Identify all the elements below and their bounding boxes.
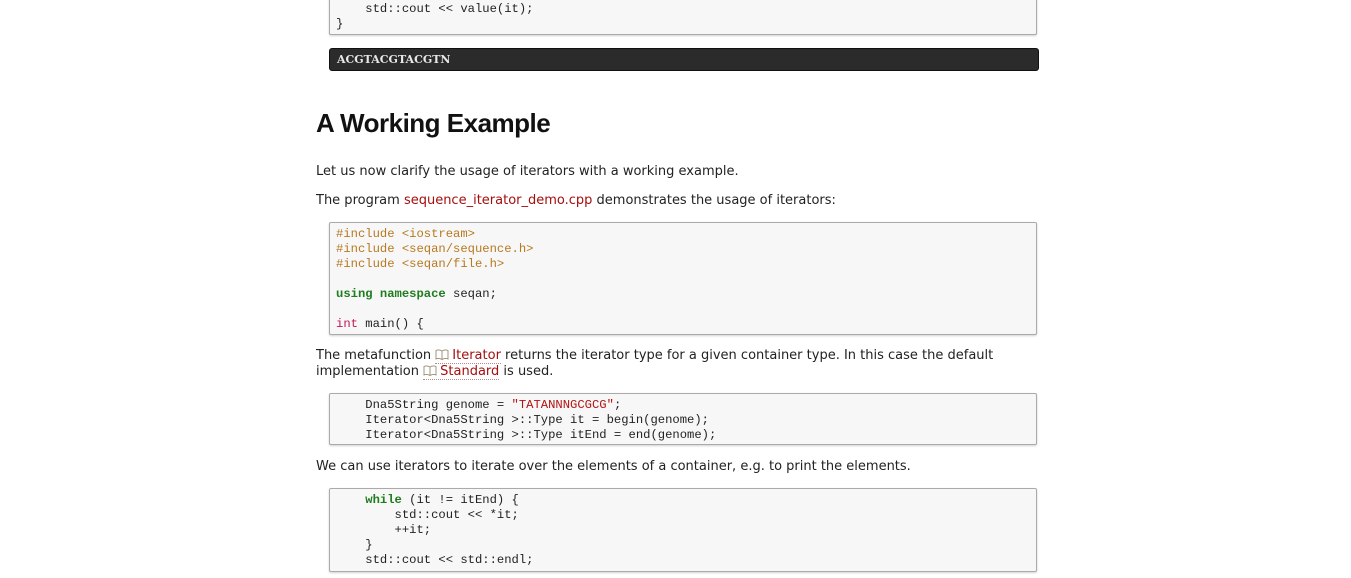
code-listing-loop: while (it != itEnd) { std::cout << *it; … xyxy=(329,488,1037,572)
standard-doc-link[interactable]: Standard xyxy=(423,364,500,380)
code-line: ++it; xyxy=(336,523,432,537)
code-line: #include <seqan/sequence.h> xyxy=(336,242,534,256)
code-line: std::cout << std::endl; xyxy=(336,553,534,567)
code-snippet-top: std::cout << value(it); } xyxy=(329,0,1037,35)
program-source-link[interactable]: sequence_iterator_demo.cpp xyxy=(404,193,592,208)
code-line: } xyxy=(336,538,373,552)
section-title: A Working Example xyxy=(316,108,551,138)
intro-paragraph: Let us now clarify the usage of iterator… xyxy=(316,164,739,179)
code-listing-types: Dna5String genome = "TATANNNGCGCG"; Iter… xyxy=(329,393,1037,445)
code-line: std::cout << value(it); xyxy=(365,2,534,16)
code-line: #include <iostream> xyxy=(336,227,475,241)
code-line: #include <seqan/file.h> xyxy=(336,257,505,271)
code-line: while (it != itEnd) { xyxy=(365,493,519,507)
iterator-doc-link[interactable]: Iterator xyxy=(435,348,501,364)
code-line: } xyxy=(336,17,344,31)
code-line: std::cout << *it; xyxy=(336,508,519,522)
code-line: using namespace seqan; xyxy=(336,287,497,301)
console-output: ACGTACGTACGTN xyxy=(329,48,1039,71)
book-icon xyxy=(423,365,437,376)
code-line: Iterator<Dna5String >::Type itEnd = end(… xyxy=(336,428,717,442)
metafunction-paragraph: The metafunction Iterator returns the it… xyxy=(316,348,994,380)
code-line: int main() { xyxy=(336,317,424,331)
book-icon xyxy=(435,349,449,360)
iterate-paragraph: We can use iterators to iterate over the… xyxy=(316,459,911,474)
code-line: Iterator<Dna5String >::Type it = begin(g… xyxy=(336,413,709,427)
program-paragraph: The program sequence_iterator_demo.cpp d… xyxy=(316,193,836,208)
code-listing-includes: #include <iostream> #include <seqan/sequ… xyxy=(329,222,1037,335)
code-line: Dna5String genome = "TATANNNGCGCG"; xyxy=(336,398,622,412)
